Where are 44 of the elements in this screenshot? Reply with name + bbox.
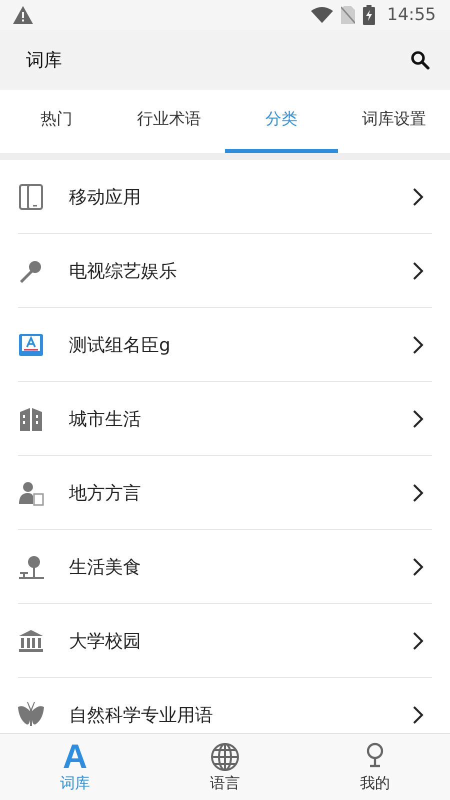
tab[interactable]: 热门 xyxy=(0,90,112,153)
category-label: 电视综艺娱乐 xyxy=(69,260,178,282)
chevron-right-icon xyxy=(412,186,424,206)
warning-icon xyxy=(13,6,33,24)
category-label: 大学校园 xyxy=(69,630,142,652)
category-item[interactable]: 移动应用 xyxy=(18,160,432,234)
category-item[interactable]: 测试组名臣g xyxy=(18,308,432,382)
chevron-right-icon xyxy=(412,260,424,280)
person-building-icon xyxy=(18,480,44,506)
chevron-right-icon xyxy=(412,556,424,576)
category-item[interactable]: 电视综艺娱乐 xyxy=(18,234,432,308)
category-label: 城市生活 xyxy=(69,408,142,430)
no-sim-icon xyxy=(341,6,355,24)
category-item[interactable]: 城市生活 xyxy=(18,382,432,456)
tab[interactable]: 词库设置 xyxy=(338,90,450,153)
chevron-right-icon xyxy=(412,334,424,354)
search-icon[interactable] xyxy=(410,50,430,70)
nav-tab[interactable]: 我的 xyxy=(300,734,450,800)
wifi-icon xyxy=(311,7,333,23)
globe-icon xyxy=(210,742,240,772)
app-title: 词库 xyxy=(26,49,62,72)
university-icon xyxy=(18,628,44,654)
tree-bench-icon xyxy=(18,554,44,580)
category-label: 地方方言 xyxy=(69,482,142,504)
clock-time: 14:55 xyxy=(387,5,436,25)
chevron-right-icon xyxy=(412,408,424,428)
nav-tab[interactable]: 语言 xyxy=(150,734,300,800)
dictionary-icon xyxy=(18,332,44,358)
category-label: 测试组名臣g xyxy=(69,334,172,356)
butterfly-icon xyxy=(18,702,44,728)
buildings-icon xyxy=(18,406,44,432)
category-label: 移动应用 xyxy=(69,186,142,208)
letter-icon: A xyxy=(62,742,88,772)
category-label: 生活美食 xyxy=(69,556,142,578)
category-item[interactable]: 生活美食 xyxy=(18,530,432,604)
tab[interactable]: 行业术语 xyxy=(112,90,225,153)
category-item[interactable]: 地方方言 xyxy=(18,456,432,530)
category-item[interactable]: 大学校园 xyxy=(18,604,432,678)
chevron-right-icon xyxy=(412,482,424,502)
battery-icon xyxy=(363,5,375,25)
category-label: 自然科学专业用语 xyxy=(69,704,214,726)
phones-icon xyxy=(18,184,44,210)
chevron-right-icon xyxy=(412,630,424,650)
chevron-right-icon xyxy=(412,704,424,724)
